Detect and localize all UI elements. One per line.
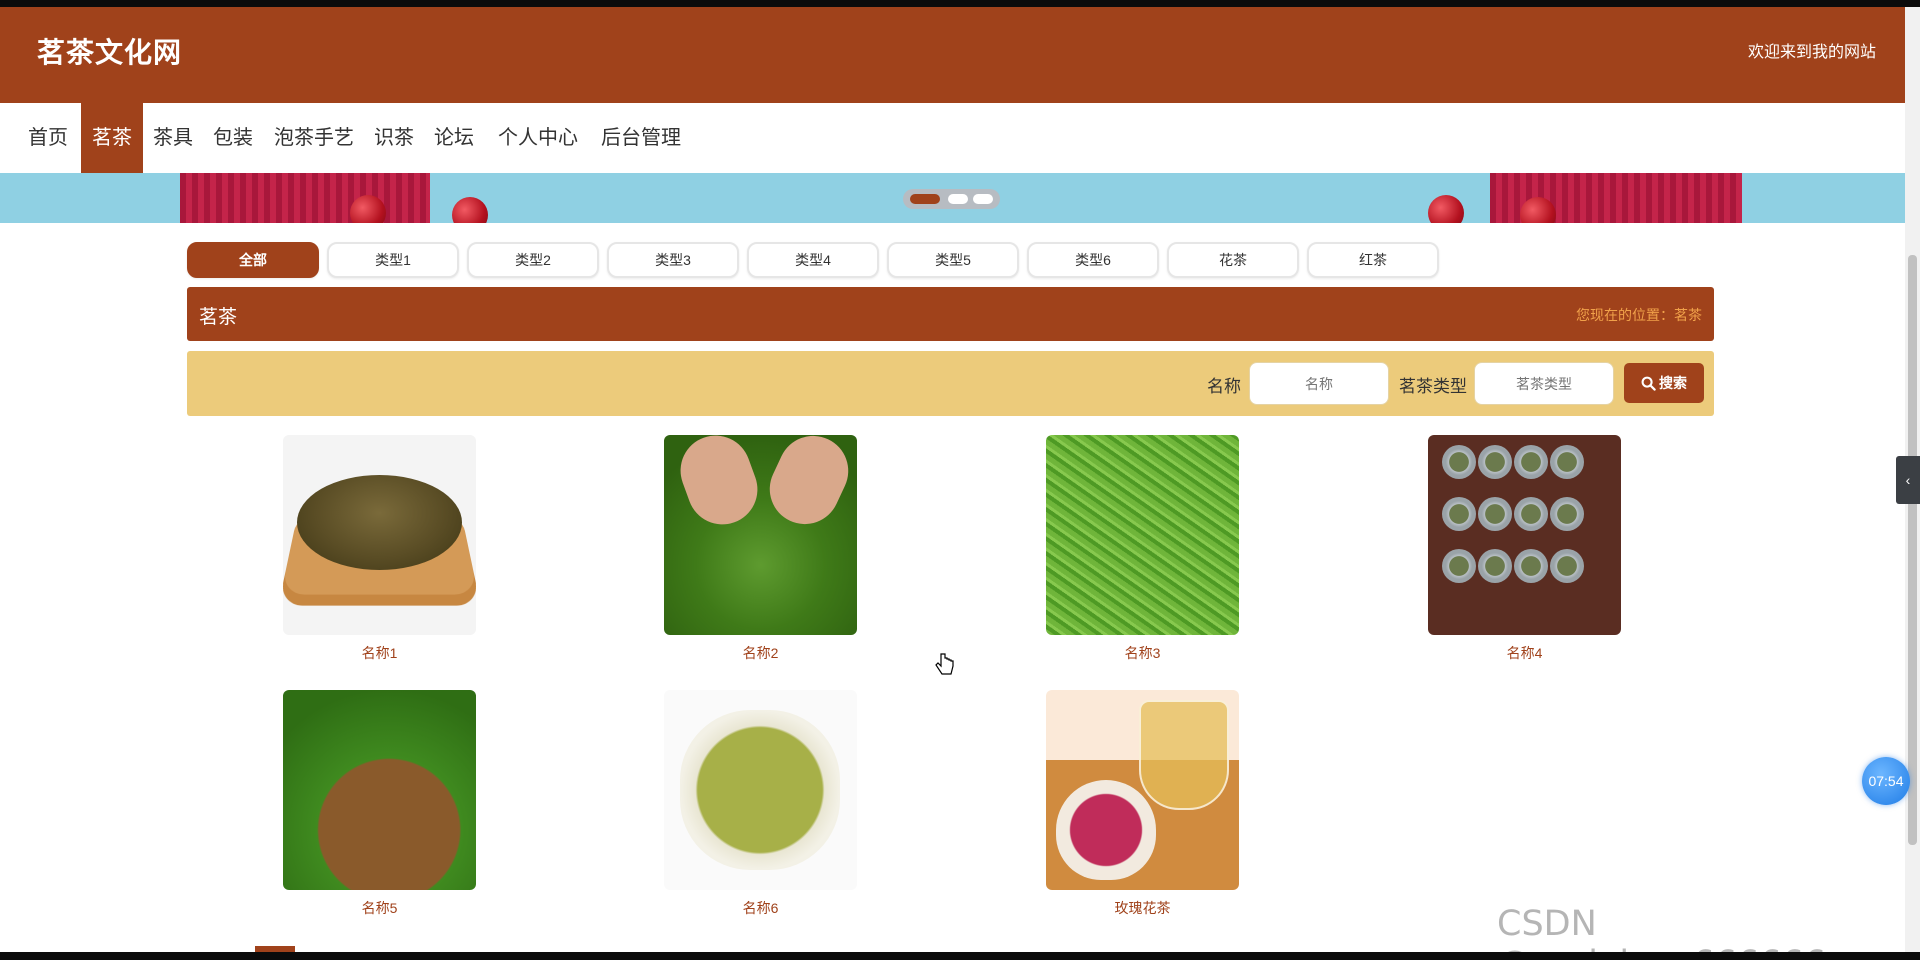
nav-item-profile[interactable]: 个人中心 (491, 103, 585, 173)
product-image-part (1550, 497, 1584, 531)
section-header: 茗茶 您现在的位置：茗茶 (187, 287, 1714, 341)
product-image-part (758, 435, 857, 536)
search-button-label: 搜索 (1659, 375, 1687, 391)
basket-image-left (180, 173, 430, 223)
chevron-left-icon: ‹ (1905, 472, 1911, 488)
main-nav: 首页 茗茶 茶具 包装 泡茶手艺 识茶 论坛 个人中心 后台管理 (0, 103, 1905, 173)
category-type5[interactable]: 类型5 (887, 242, 1019, 278)
product-image-part (1514, 549, 1548, 583)
product-image[interactable] (1428, 435, 1621, 635)
name-search-input[interactable] (1249, 362, 1389, 405)
product-card[interactable]: 名称6 (664, 690, 857, 918)
product-image-part (670, 435, 768, 535)
product-card[interactable]: 名称1 (283, 435, 476, 663)
nav-item-tea[interactable]: 茗茶 (81, 103, 143, 173)
nav-item-home[interactable]: 首页 (17, 103, 79, 173)
product-image[interactable] (664, 690, 857, 890)
product-image-part (1478, 549, 1512, 583)
product-image-part (1442, 549, 1476, 583)
window-bottom-edge (0, 952, 1920, 960)
product-image[interactable] (1046, 690, 1239, 890)
product-card[interactable]: 名称5 (283, 690, 476, 918)
product-image-part (1478, 445, 1512, 479)
cherry-image (350, 195, 386, 223)
product-name[interactable]: 玫瑰花茶 (1046, 898, 1239, 918)
product-image-part (1514, 445, 1548, 479)
product-image-part (1514, 497, 1548, 531)
product-name[interactable]: 名称2 (664, 643, 857, 663)
product-name[interactable]: 名称1 (283, 643, 476, 663)
category-type3[interactable]: 类型3 (607, 242, 739, 278)
nav-item-identify[interactable]: 识茶 (365, 103, 423, 173)
scrollbar-thumb[interactable] (1908, 255, 1917, 845)
cherry-image (452, 197, 488, 223)
category-black-tea[interactable]: 红茶 (1307, 242, 1439, 278)
category-type6[interactable]: 类型6 (1027, 242, 1159, 278)
search-bar: 名称 茗茶类型 搜索 (187, 351, 1714, 416)
product-image[interactable] (283, 690, 476, 890)
cherry-image (1428, 195, 1464, 223)
product-card[interactable]: 名称2 (664, 435, 857, 663)
product-image[interactable] (664, 435, 857, 635)
nav-item-forum[interactable]: 论坛 (425, 103, 483, 173)
product-card[interactable]: 名称4 (1428, 435, 1621, 663)
product-name[interactable]: 名称6 (664, 898, 857, 918)
tea-type-search-input[interactable] (1474, 362, 1614, 405)
product-image-part (680, 710, 840, 870)
category-all[interactable]: 全部 (187, 242, 319, 278)
product-name[interactable]: 名称5 (283, 898, 476, 918)
site-header: 茗茶文化网 欢迎来到我的网站 (0, 7, 1905, 103)
product-name[interactable]: 名称3 (1046, 643, 1239, 663)
product-image[interactable] (1046, 435, 1239, 635)
product-image-part (1550, 549, 1584, 583)
search-icon (1641, 376, 1656, 391)
category-type1[interactable]: 类型1 (327, 242, 459, 278)
product-image-part (1139, 700, 1229, 810)
name-label: 名称 (1207, 377, 1241, 396)
product-image-part (1442, 445, 1476, 479)
product-image-part (1442, 497, 1476, 531)
nav-item-teaware[interactable]: 茶具 (145, 103, 201, 173)
nav-item-packaging[interactable]: 包装 (205, 103, 261, 173)
breadcrumb: 您现在的位置：茗茶 (1576, 307, 1702, 323)
product-image-part (1550, 445, 1584, 479)
search-button[interactable]: 搜索 (1624, 363, 1704, 403)
category-type4[interactable]: 类型4 (747, 242, 879, 278)
product-image-part (1478, 497, 1512, 531)
timer-widget[interactable]: 07:54 (1862, 757, 1910, 805)
carousel-indicators (903, 189, 1000, 209)
product-image-part (1056, 780, 1156, 880)
product-name[interactable]: 名称4 (1428, 643, 1621, 663)
welcome-text: 欢迎来到我的网站 (1747, 44, 1876, 61)
product-card[interactable]: 名称3 (1046, 435, 1239, 663)
category-flower-tea[interactable]: 花茶 (1167, 242, 1299, 278)
carousel-dot-2[interactable] (948, 194, 968, 204)
product-card[interactable]: 玫瑰花茶 (1046, 690, 1239, 918)
tea-type-label: 茗茶类型 (1399, 377, 1467, 396)
hand-cursor-icon (935, 653, 954, 675)
section-title: 茗茶 (199, 307, 238, 328)
site-title[interactable]: 茗茶文化网 (37, 31, 182, 71)
carousel-dot-1[interactable] (910, 194, 940, 204)
nav-item-admin[interactable]: 后台管理 (596, 103, 686, 173)
product-image[interactable] (283, 435, 476, 635)
carousel-dot-3[interactable] (973, 194, 993, 204)
nav-item-brewing[interactable]: 泡茶手艺 (268, 103, 360, 173)
category-type2[interactable]: 类型2 (467, 242, 599, 278)
side-panel-toggle[interactable]: ‹ (1896, 456, 1920, 504)
product-image-part (297, 475, 462, 570)
window-top-edge (0, 0, 1920, 7)
